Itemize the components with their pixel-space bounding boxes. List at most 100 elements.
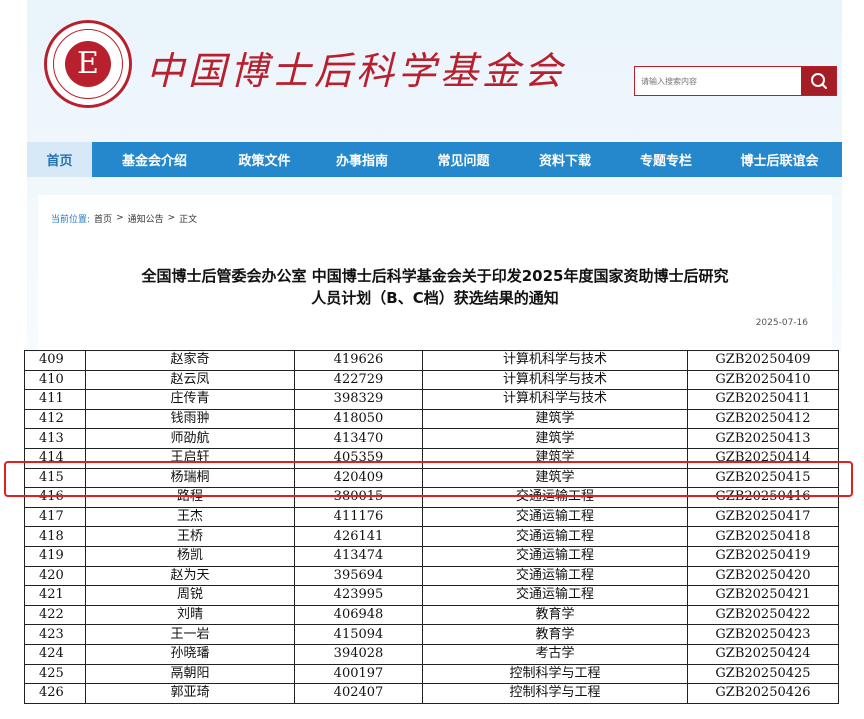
id-number-cell: 420409 — [294, 467, 423, 489]
breadcrumb-separator: > — [116, 213, 124, 223]
name-cell: 周锐 — [85, 585, 295, 606]
discipline-cell: 交通运输工程 — [422, 565, 688, 587]
table-row: 422 刘晴 406948 教育学 GZB20250422 — [24, 604, 839, 626]
id-number-cell: 422729 — [294, 369, 423, 391]
project-code-cell: GZB20250411 — [687, 389, 839, 410]
serial-number-cell: 413 — [24, 428, 86, 449]
nav-downloads[interactable]: 资料下载 — [515, 142, 615, 177]
search-icon — [811, 73, 827, 89]
table-row: 413 师劭航 413470 建筑学 GZB20250413 — [24, 428, 839, 449]
name-cell: 赵家奇 — [85, 350, 295, 371]
results-table-body: 409 赵家奇 419626 计算机科学与技术 GZB20250409 410 赵云凤 422… — [24, 350, 839, 704]
id-number-cell: 380015 — [294, 487, 423, 508]
id-number-cell: 402407 — [294, 683, 423, 704]
table-row: 419 杨凯 413474 交通运输工程 GZB20250419 — [24, 545, 839, 567]
serial-number-cell: 411 — [24, 389, 86, 410]
id-number-cell: 405359 — [294, 447, 423, 469]
project-code-cell: GZB20250420 — [687, 565, 839, 587]
serial-number-cell: 412 — [24, 408, 86, 430]
search-box — [634, 66, 837, 96]
search-button[interactable] — [801, 67, 836, 95]
serial-number-cell: 424 — [24, 643, 86, 665]
id-number-cell: 419626 — [294, 350, 423, 371]
discipline-cell: 交通运输工程 — [422, 526, 688, 547]
name-cell: 刘晴 — [85, 604, 295, 626]
name-cell: 王一岩 — [85, 624, 295, 645]
article-card: 当前位置: 首页 > 通知公告 > 正文 全国博士后管委会办公室 中国博士后科学… — [38, 195, 832, 350]
site-name[interactable]: 中国博士后科学基金会 — [146, 46, 566, 96]
discipline-cell: 交通运输工程 — [422, 506, 688, 528]
discipline-cell: 教育学 — [422, 604, 688, 626]
table-row: 410 赵云凤 422729 计算机科学与技术 GZB20250410 — [24, 369, 839, 391]
project-code-cell: GZB20250412 — [687, 408, 839, 430]
nav-faq[interactable]: 常见问题 — [412, 142, 515, 177]
name-cell: 杨凯 — [85, 545, 295, 567]
serial-number-cell: 419 — [24, 545, 86, 567]
table-row: 418 王桥 426141 交通运输工程 GZB20250418 — [24, 526, 839, 547]
serial-number-cell: 418 — [24, 526, 86, 547]
article-title-line-1: 全国博士后管委会办公室 中国博士后科学基金会关于印发2025年度国家资助博士后研… — [141, 267, 729, 285]
search-input[interactable] — [635, 67, 801, 95]
breadcrumb-label: 当前位置: — [51, 214, 91, 225]
name-cell: 赵云凤 — [85, 369, 295, 391]
table-row: 424 孙晓璠 394028 考古学 GZB20250424 — [24, 643, 839, 665]
id-number-cell: 423995 — [294, 585, 423, 606]
project-code-cell: GZB20250419 — [687, 545, 839, 567]
id-number-cell: 406948 — [294, 604, 423, 626]
article-title: 全国博士后管委会办公室 中国博士后科学基金会关于印发2025年度国家资助博士后研… — [58, 265, 812, 309]
project-code-cell: GZB20250416 — [687, 487, 839, 508]
id-number-cell: 426141 — [294, 526, 423, 547]
table-row: 414 王启轩 405359 建筑学 GZB20250414 — [24, 447, 839, 469]
nav-service-guide[interactable]: 办事指南 — [312, 142, 412, 177]
publish-date: 2025-07-16 — [755, 318, 808, 328]
breadcrumb-separator: > — [167, 213, 176, 223]
table-row: 411 庄传青 398329 计算机科学与技术 GZB20250411 — [24, 389, 839, 410]
id-number-cell: 415094 — [294, 624, 423, 645]
name-cell: 杨瑞桐 — [85, 467, 295, 489]
name-cell: 师劭航 — [85, 428, 295, 449]
discipline-cell: 控制科学与工程 — [422, 663, 688, 685]
id-number-cell: 413474 — [294, 545, 423, 567]
serial-number-cell: 426 — [24, 683, 86, 704]
name-cell: 钱雨翀 — [85, 408, 295, 430]
discipline-cell: 计算机科学与技术 — [422, 369, 688, 391]
serial-number-cell: 416 — [24, 487, 86, 508]
serial-number-cell: 423 — [24, 624, 86, 645]
serial-number-cell: 415 — [24, 467, 86, 489]
name-cell: 王启轩 — [85, 447, 295, 469]
breadcrumb-home[interactable]: 首页 — [94, 212, 112, 225]
table-row: 420 赵为天 395694 交通运输工程 GZB20250420 — [24, 565, 839, 587]
discipline-cell: 建筑学 — [422, 408, 688, 430]
breadcrumb: 当前位置: 首页 > 通知公告 > 正文 — [51, 211, 197, 225]
name-cell: 郭亚琦 — [85, 683, 295, 704]
project-code-cell: GZB20250418 — [687, 526, 839, 547]
nav-policy-documents[interactable]: 政策文件 — [217, 142, 312, 177]
name-cell: 孙晓璠 — [85, 643, 295, 665]
project-code-cell: GZB20250417 — [687, 506, 839, 528]
id-number-cell: 418050 — [294, 408, 423, 430]
logo-mark: E — [65, 41, 111, 87]
nav-home[interactable]: 首页 — [27, 142, 92, 177]
id-number-cell: 395694 — [294, 565, 423, 587]
id-number-cell: 411176 — [294, 506, 423, 528]
nav-postdoc-association[interactable]: 博士后联谊会 — [717, 142, 842, 177]
breadcrumb-current: 正文 — [179, 214, 198, 225]
discipline-cell: 交通运输工程 — [422, 585, 688, 606]
project-code-cell: GZB20250409 — [687, 350, 839, 371]
main-nav: 首页 基金会介绍 政策文件 办事指南 常见问题 资料下载 专题专栏 博士后联谊会 — [27, 142, 842, 177]
discipline-cell: 交通运输工程 — [422, 545, 688, 567]
nav-foundation-intro[interactable]: 基金会介绍 — [92, 142, 217, 177]
serial-number-cell: 410 — [24, 369, 86, 391]
project-code-cell: GZB20250422 — [687, 604, 839, 626]
discipline-cell: 交通运输工程 — [422, 487, 688, 508]
name-cell: 赵为天 — [85, 565, 295, 587]
discipline-cell: 计算机科学与技术 — [422, 389, 688, 410]
breadcrumb-notices[interactable]: 通知公告 — [128, 212, 164, 225]
nav-special-topics[interactable]: 专题专栏 — [615, 142, 717, 177]
discipline-cell: 控制科学与工程 — [422, 683, 688, 704]
foundation-logo[interactable]: E — [44, 20, 132, 108]
table-row: 415 杨瑞桐 420409 建筑学 GZB20250415 — [24, 467, 839, 489]
name-cell: 庄传青 — [85, 389, 295, 410]
id-number-cell: 413470 — [294, 428, 423, 449]
table-row: 417 王杰 411176 交通运输工程 GZB20250417 — [24, 506, 839, 528]
